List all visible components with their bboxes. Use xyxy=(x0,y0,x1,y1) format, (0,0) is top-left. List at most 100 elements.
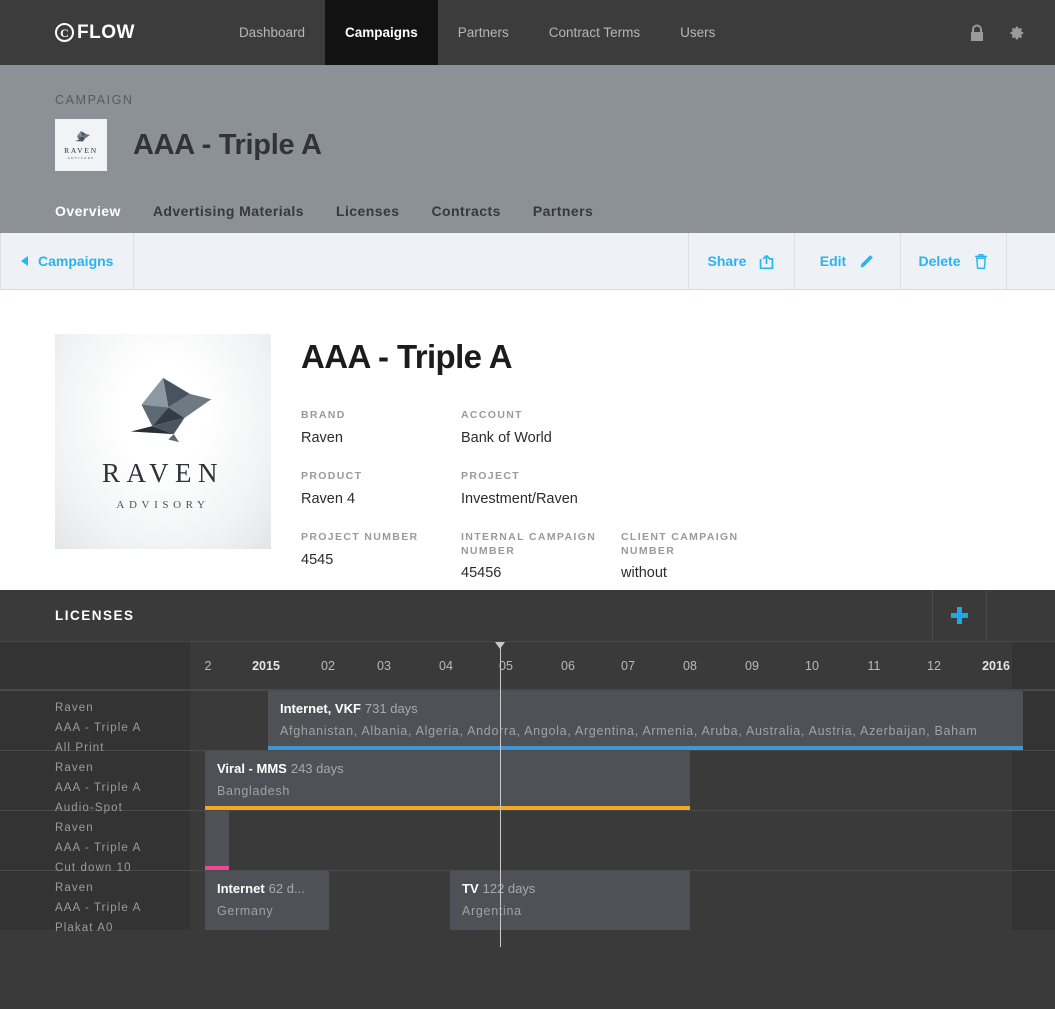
timeline-tick: 07 xyxy=(621,659,635,673)
timeline-bar-days: 122 days xyxy=(482,881,536,896)
campaign-thumbnail: RAVEN ADVISORY xyxy=(55,119,107,171)
timeline-tick: 03 xyxy=(377,659,391,673)
raven-bird-logo-icon xyxy=(130,377,212,443)
field-project-number-value: 4545 xyxy=(301,552,334,568)
field-row: PROJECT NUMBER 4545 INTERNAL CAMPAIGN NU… xyxy=(301,530,781,581)
field-account-label: ACCOUNT xyxy=(461,409,523,421)
timeline-tick: 2016 xyxy=(982,659,1010,673)
timeline-bar-title: Viral - MMS 243 days xyxy=(217,761,344,776)
timeline-row-label-shade xyxy=(0,811,190,870)
timeline-row-right-shade xyxy=(1012,811,1055,870)
share-button[interactable]: Share xyxy=(689,233,795,289)
timeline-bar-countries: Germany xyxy=(217,904,274,918)
app-logo[interactable]: C FLOW xyxy=(0,0,175,65)
nav-item-partners[interactable]: Partners xyxy=(438,0,529,65)
field-brand-value: Raven xyxy=(301,430,343,446)
edit-button-label: Edit xyxy=(819,253,847,269)
timeline-row-label-shade xyxy=(0,691,190,750)
detail-fields: BRAND Raven ACCOUNT Bank of World PRODUC… xyxy=(301,408,781,581)
nav-item-contract-terms[interactable]: Contract Terms xyxy=(529,0,660,65)
trash-icon xyxy=(974,253,987,269)
nav-item-campaigns[interactable]: Campaigns xyxy=(324,0,438,65)
timeline-tick: 12 xyxy=(927,659,941,673)
edit-button[interactable]: Edit xyxy=(795,233,901,289)
timeline-bar[interactable]: Internet, VKF 731 days Afghanistan, Albani… xyxy=(268,691,1023,750)
pencil-icon xyxy=(860,254,874,267)
timeline-ruler[interactable]: 2 2015 02 03 04 05 06 07 08 09 10 11 12 2016 xyxy=(0,642,1055,690)
timeline-bar[interactable]: Internet 62 d... Germany xyxy=(205,871,329,930)
field-account-value: Bank of World xyxy=(461,430,552,446)
tab-licenses[interactable]: Licenses xyxy=(336,203,400,233)
tab-contracts[interactable]: Contracts xyxy=(431,203,500,233)
timeline-bar-title: Internet, VKF 731 days xyxy=(280,701,418,716)
timeline-tick: 10 xyxy=(805,659,819,673)
field-client-campaign-number: CLIENT CAMPAIGN NUMBER without xyxy=(621,530,781,581)
timeline-tick: 2 xyxy=(204,659,212,673)
licenses-title: LICENSES xyxy=(55,608,135,623)
gear-icon[interactable] xyxy=(1007,24,1025,42)
campaign-logo-image: RAVEN ADVISORY xyxy=(55,334,271,549)
field-project-label: PROJECT xyxy=(461,470,521,482)
today-marker-line xyxy=(495,642,505,947)
field-client-campaign-number-value: without xyxy=(621,565,667,582)
timeline-bar[interactable]: Viral - MMS 243 days Bangladesh xyxy=(205,751,690,810)
action-bar-end xyxy=(1007,233,1055,289)
action-bar: Campaigns Share Edit Delete xyxy=(0,233,1055,290)
field-internal-campaign-number-value: 45456 xyxy=(461,565,502,582)
tab-advertising-materials[interactable]: Advertising Materials xyxy=(153,203,304,233)
chevron-left-icon xyxy=(21,256,28,266)
back-to-campaigns-button[interactable]: Campaigns xyxy=(0,233,134,289)
campaign-thumb-word: RAVEN xyxy=(64,146,98,155)
timeline-bar-days: 62 d... xyxy=(268,881,305,896)
campaign-detail-section: RAVEN ADVISORY AAA - Triple A BRAND Rave… xyxy=(0,290,1055,590)
tab-partners[interactable]: Partners xyxy=(533,203,593,233)
campaign-tabs: Overview Advertising Materials Licenses … xyxy=(0,203,1055,233)
timeline-bar-countries: Bangladesh xyxy=(217,784,291,798)
field-project-number-label: PROJECT NUMBER xyxy=(301,531,419,543)
nav-item-dashboard[interactable]: Dashboard xyxy=(219,0,325,65)
share-button-label: Share xyxy=(707,253,747,269)
today-marker-triangle-icon xyxy=(495,642,505,649)
ruler-left-shade xyxy=(0,642,190,689)
timeline-bar[interactable]: TV 122 days Argentina xyxy=(450,871,690,930)
campaign-title: AAA - Triple A xyxy=(133,128,322,161)
licenses-timeline: 2 2015 02 03 04 05 06 07 08 09 10 11 12 2016 Internet… xyxy=(0,642,1055,947)
field-product: PRODUCT Raven 4 xyxy=(301,469,461,507)
field-internal-campaign-number: INTERNAL CAMPAIGN NUMBER 45456 xyxy=(461,530,621,581)
raven-bird-icon xyxy=(75,131,90,142)
field-product-value: Raven 4 xyxy=(301,491,356,507)
timeline-tick: 06 xyxy=(561,659,575,673)
timeline-tick: 09 xyxy=(745,659,759,673)
timeline-row-label-shade xyxy=(0,871,190,930)
timeline-bar[interactable] xyxy=(205,811,229,870)
timeline-tick: 05 xyxy=(499,659,513,673)
licenses-header-tail xyxy=(987,590,1055,641)
add-license-button[interactable] xyxy=(932,590,987,641)
delete-button[interactable]: Delete xyxy=(901,233,1007,289)
field-product-label: PRODUCT xyxy=(301,470,363,482)
licenses-header: LICENSES xyxy=(0,590,1055,642)
logo-text: FLOW xyxy=(77,21,135,43)
delete-button-label: Delete xyxy=(918,253,961,269)
field-row: BRAND Raven ACCOUNT Bank of World xyxy=(301,408,781,446)
field-row: PRODUCT Raven 4 PROJECT Investment/Raven xyxy=(301,469,781,507)
field-client-campaign-number-label: CLIENT CAMPAIGN NUMBER xyxy=(621,531,739,558)
field-project: PROJECT Investment/Raven xyxy=(461,469,621,507)
timeline-tick: 2015 xyxy=(252,659,280,673)
main-nav-items: Dashboard Campaigns Partners Contract Te… xyxy=(219,0,735,65)
tab-overview[interactable]: Overview xyxy=(55,203,121,233)
share-icon xyxy=(760,254,774,269)
timeline-tick: 08 xyxy=(683,659,697,673)
field-account: ACCOUNT Bank of World xyxy=(461,408,621,446)
timeline-row: Raven AAA - Triple A Cut down 10 xyxy=(0,810,1055,874)
timeline-bar-title: Internet 62 d... xyxy=(217,881,305,896)
timeline-tick: 04 xyxy=(439,659,453,673)
timeline-tick: 02 xyxy=(321,659,335,673)
timeline-bar-days: 731 days xyxy=(364,701,418,716)
field-brand: BRAND Raven xyxy=(301,408,461,446)
timeline-row-right-shade xyxy=(1012,871,1055,930)
timeline-row: Internet, VKF 731 days Afghanistan, Albani… xyxy=(0,690,1055,754)
nav-item-users[interactable]: Users xyxy=(660,0,735,65)
field-project-value: Investment/Raven xyxy=(461,491,578,507)
lock-icon[interactable] xyxy=(969,24,985,42)
